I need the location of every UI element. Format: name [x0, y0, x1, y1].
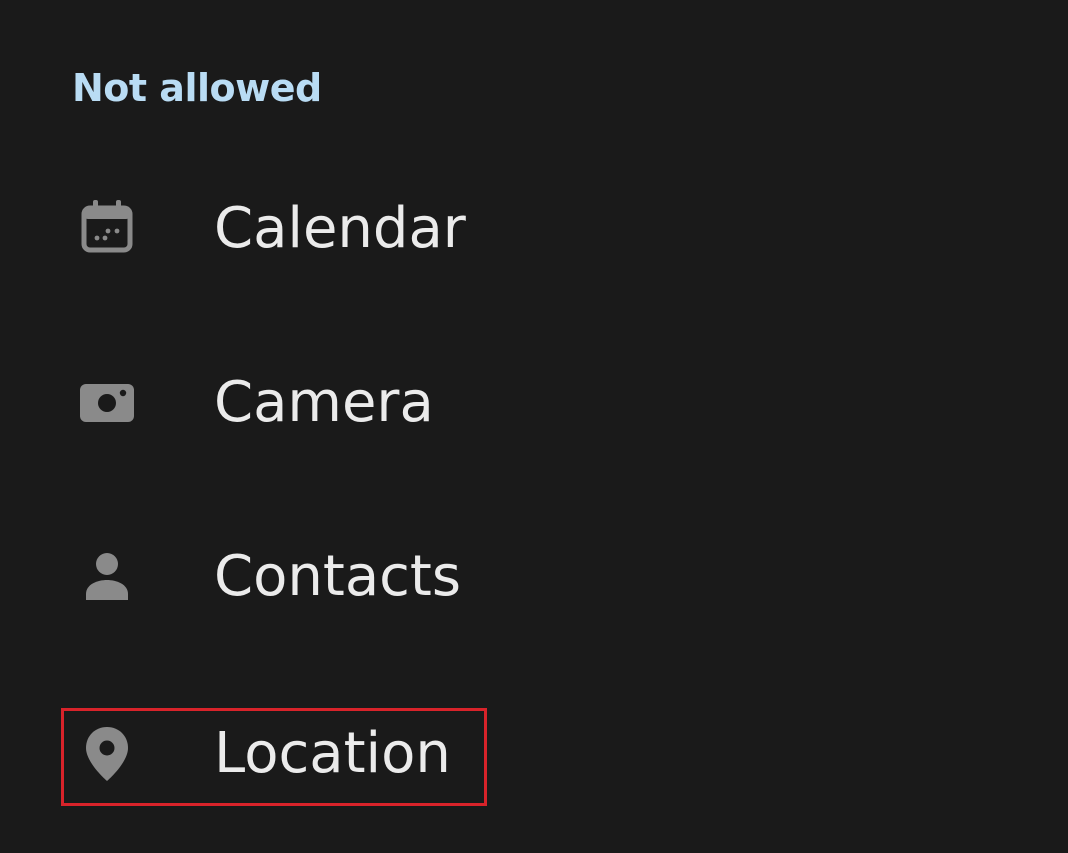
permission-label-camera: Camera: [214, 370, 434, 435]
permission-label-location: Location: [214, 721, 451, 786]
permission-item-contacts[interactable]: Contacts: [0, 490, 1068, 664]
location-pin-icon: [78, 725, 136, 783]
permission-label-contacts: Contacts: [214, 544, 462, 609]
person-icon: [78, 546, 136, 604]
camera-icon: [78, 372, 136, 430]
permission-item-location[interactable]: Location: [0, 664, 1068, 838]
section-header-not-allowed: Not allowed: [72, 66, 322, 110]
permission-item-calendar[interactable]: Calendar: [0, 142, 1068, 316]
calendar-icon: [78, 198, 136, 256]
permission-label-calendar: Calendar: [214, 196, 466, 261]
permission-item-camera[interactable]: Camera: [0, 316, 1068, 490]
